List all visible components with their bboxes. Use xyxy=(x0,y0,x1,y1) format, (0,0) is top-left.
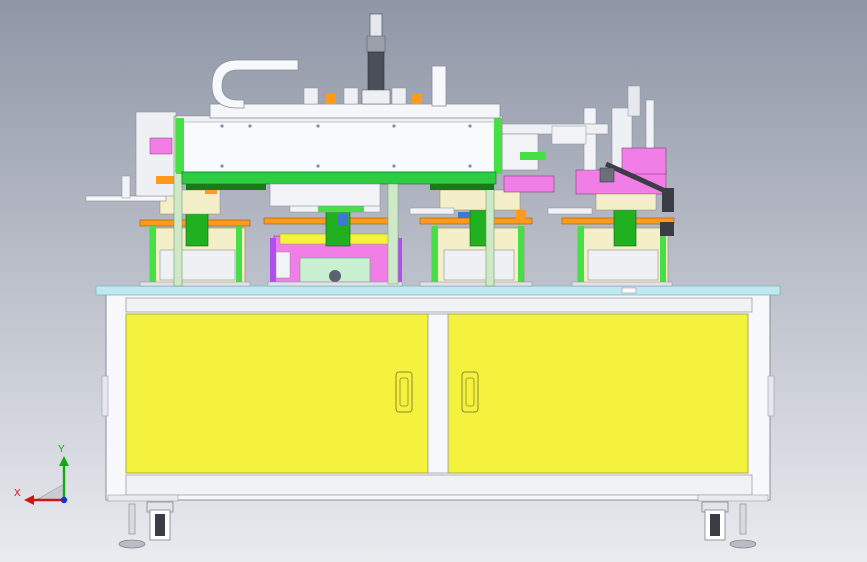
station-3-green-post-right xyxy=(518,226,524,282)
station-3-orange-tab xyxy=(516,210,526,220)
station-4-foot xyxy=(571,281,673,287)
left-door-panel[interactable] xyxy=(125,313,429,474)
z-axis-dot xyxy=(60,496,68,504)
cabinet-top-rail xyxy=(125,297,753,313)
sensor-bracket-3 xyxy=(391,87,407,105)
left-pink-part xyxy=(149,137,173,155)
station-2-purple-post-left xyxy=(270,238,276,284)
caster-left xyxy=(146,501,174,541)
bolt-7 xyxy=(316,164,320,168)
gantry-dark-green-guide-right xyxy=(430,184,494,190)
cad-viewport[interactable]: Y X xyxy=(0,0,867,562)
tabletop-bracket xyxy=(621,287,637,294)
station-4-slide xyxy=(547,207,593,215)
machine-cabinet[interactable] xyxy=(101,293,775,502)
station-1-green-post-right xyxy=(236,226,242,282)
bolt-8 xyxy=(392,164,396,168)
base-foot-plate-right xyxy=(697,494,769,502)
gantry-carriage xyxy=(269,183,381,207)
station-1-lower-block xyxy=(159,249,236,281)
bolt-3 xyxy=(316,124,320,128)
right-arm-gripper-tip xyxy=(662,188,674,212)
gantry-green-end-right xyxy=(494,118,502,174)
station-4-green-clamp xyxy=(613,209,637,247)
station-2-green-strip xyxy=(318,206,364,212)
station-4-upper-block xyxy=(595,193,657,211)
sensor-bracket-2 xyxy=(343,87,359,105)
right-arm-rod xyxy=(645,99,655,157)
gantry-inner-leg xyxy=(387,183,399,285)
station-4-lower-block xyxy=(587,249,659,281)
gantry-beam xyxy=(175,115,503,173)
top-cover-plate xyxy=(209,103,501,119)
station-3-upper-block xyxy=(439,189,521,211)
station-4-green-post-left xyxy=(578,226,584,282)
orange-sensor-1 xyxy=(326,94,336,104)
caster-right xyxy=(701,501,729,541)
gantry-dark-green-guide-left xyxy=(186,184,266,190)
right-arm-pink-head xyxy=(621,147,667,175)
center-post xyxy=(427,313,449,474)
bolt-4 xyxy=(392,124,396,128)
station-1-green-post-left xyxy=(150,226,156,282)
gantry-green-rail xyxy=(181,171,497,185)
right-door-panel[interactable] xyxy=(447,313,749,474)
station-3-green-post-left xyxy=(432,226,438,282)
transfer-pink-block xyxy=(503,175,555,193)
station-1-green-clamp xyxy=(185,209,209,247)
station-3-lower-block xyxy=(443,249,515,281)
left-arm-bracket xyxy=(121,175,131,199)
cylinder-collar xyxy=(366,35,386,53)
station-1-foot xyxy=(139,281,251,287)
bolt-6 xyxy=(220,164,224,168)
cabinet-bottom-rail xyxy=(125,474,753,496)
cylinder-body xyxy=(367,51,385,93)
station-2-blue-sensor xyxy=(338,214,348,226)
assembly-model-view[interactable]: Y X xyxy=(0,0,867,562)
x-axis-label: X xyxy=(14,488,21,499)
transfer-green-tab xyxy=(520,152,546,160)
orange-sensor-2 xyxy=(412,94,422,104)
right-arm-valve xyxy=(627,85,641,117)
side-latch-right xyxy=(767,375,775,417)
bolt-2 xyxy=(248,124,252,128)
cable-carrier-tail xyxy=(431,65,447,107)
right-arm-gripper-base xyxy=(599,167,615,183)
station-3-slide xyxy=(409,207,455,215)
station-3-foot xyxy=(419,281,533,287)
station-2-foot xyxy=(267,281,403,287)
gantry-green-end-left xyxy=(176,118,184,174)
station-2-side-block xyxy=(275,251,291,279)
transfer-end-block xyxy=(551,125,587,145)
tabletop-plate[interactable] xyxy=(95,285,781,296)
bolt-1 xyxy=(220,124,224,128)
station-2-motor-hub xyxy=(329,270,341,282)
bolt-9 xyxy=(468,164,472,168)
y-axis-label: Y xyxy=(58,444,65,455)
side-latch-left xyxy=(101,375,109,417)
sensor-bracket-1 xyxy=(303,87,319,105)
bolt-5 xyxy=(468,124,472,128)
station-3-blue-sensor xyxy=(458,212,470,218)
base-foot-plate-left xyxy=(107,494,179,502)
station-4-dark-connector xyxy=(660,222,674,236)
cylinder-mount xyxy=(361,89,391,105)
